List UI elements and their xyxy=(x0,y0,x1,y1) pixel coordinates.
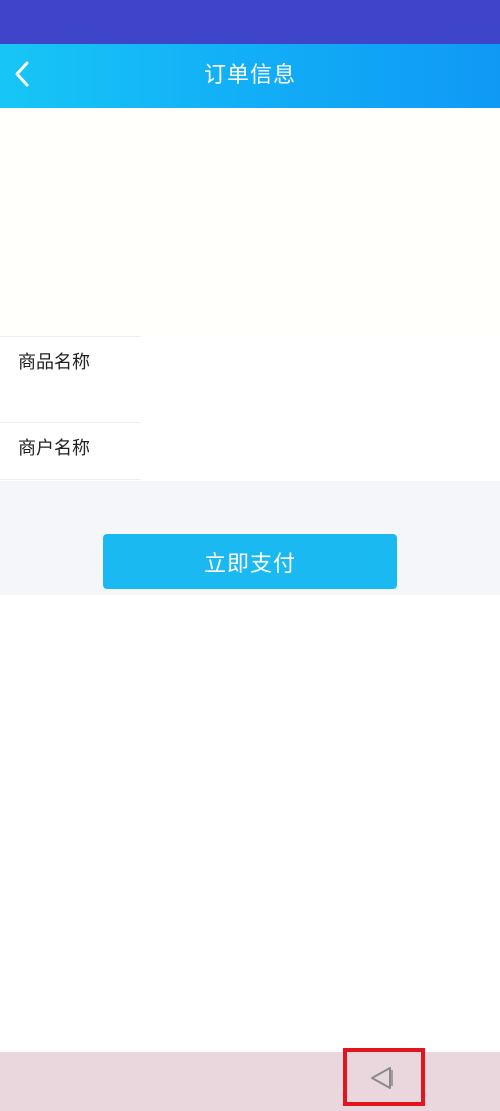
row-divider xyxy=(0,422,140,423)
highlight-box xyxy=(343,1048,425,1106)
banner-area xyxy=(0,108,500,336)
row-divider xyxy=(0,336,140,337)
action-area: 立即支付 xyxy=(0,481,500,595)
pay-now-button[interactable]: 立即支付 xyxy=(103,534,397,589)
page-title: 订单信息 xyxy=(203,63,296,88)
info-label: 商品名称 xyxy=(18,352,90,373)
info-label: 商户名称 xyxy=(18,438,90,459)
info-row-product-name: 商品名称 xyxy=(0,336,500,422)
status-bar xyxy=(0,0,500,44)
system-navigation-bar xyxy=(0,1052,500,1111)
order-info-list: 商品名称 商户名称 xyxy=(0,336,500,481)
list-bottom-divider xyxy=(0,479,140,480)
app-header: 订单信息 xyxy=(0,44,500,108)
